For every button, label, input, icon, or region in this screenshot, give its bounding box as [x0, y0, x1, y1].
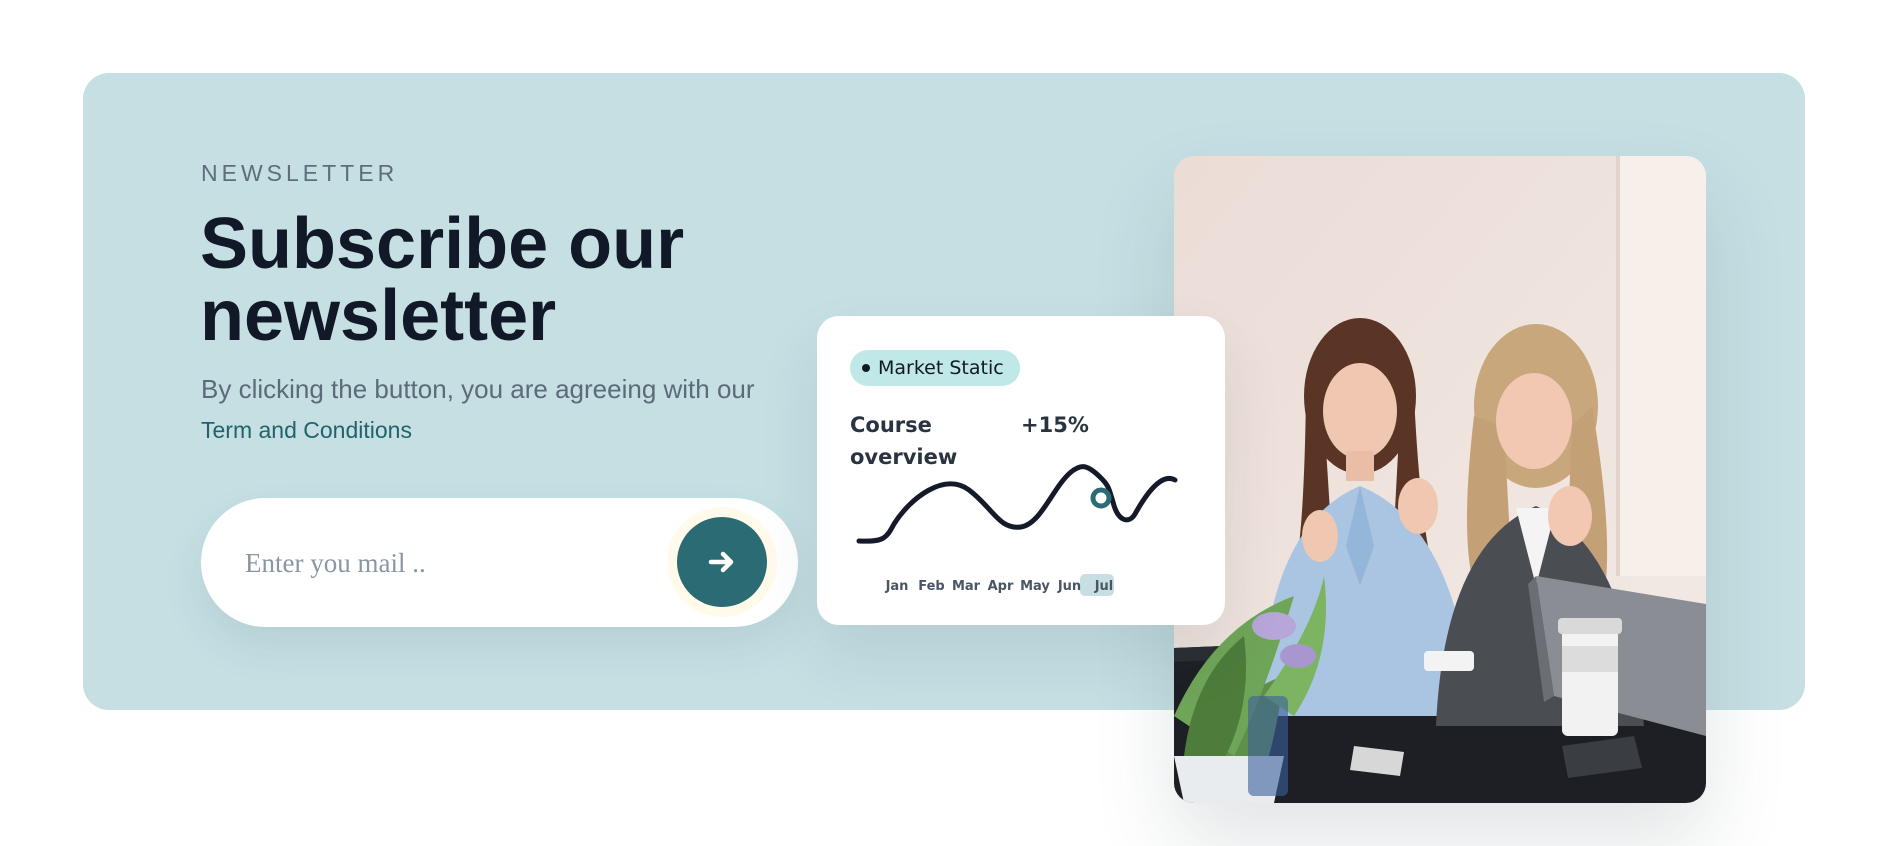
arrow-right-icon — [708, 551, 734, 573]
x-axis-labels: Jan Feb Mar Apr May Jun Jul — [885, 579, 1114, 594]
terms-link[interactable]: Term and Conditions — [201, 417, 412, 444]
badge-label: Market Static — [878, 357, 1004, 379]
subscribe-button[interactable] — [677, 517, 767, 607]
email-subscribe-form — [201, 498, 798, 627]
section-eyebrow: NEWSLETTER — [201, 160, 399, 186]
market-static-badge: Market Static — [850, 350, 1020, 386]
month-label-jul: Jul — [1094, 579, 1114, 594]
month-label-may: May — [1020, 579, 1050, 594]
team-meeting-photo — [1174, 156, 1706, 803]
month-label-feb: Feb — [918, 579, 944, 594]
growth-value: +15% — [1021, 413, 1089, 437]
month-label-apr: Apr — [988, 579, 1014, 594]
bullet-icon — [862, 364, 870, 372]
terms-disclaimer: By clicking the button, you are agreeing… — [201, 374, 755, 404]
card-title: Course overview — [850, 413, 958, 469]
month-label-jun: Jun — [1057, 579, 1081, 594]
chart-line — [856, 464, 1178, 544]
page-title: Subscribe our newsletter — [200, 204, 685, 356]
chart-marker-jun — [1090, 487, 1112, 509]
month-label-jan: Jan — [885, 579, 909, 594]
email-input[interactable] — [243, 536, 647, 590]
market-stats-card: Jan Feb Mar Apr May Jun Jul Market Static Cour… — [817, 316, 1225, 625]
month-label-mar: Mar — [952, 579, 981, 594]
